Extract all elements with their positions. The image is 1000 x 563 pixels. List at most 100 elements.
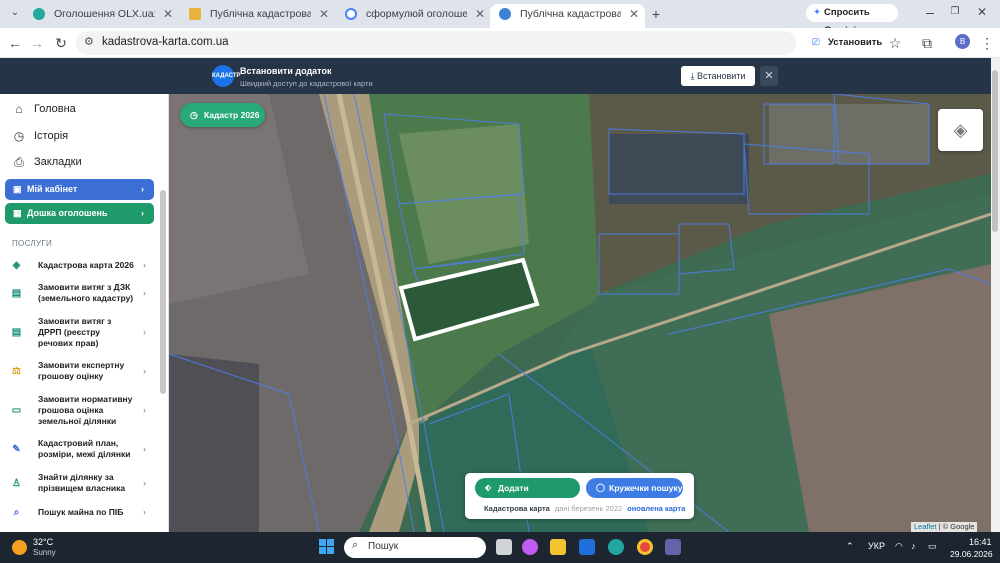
map-action-card: ⬖ Додати оголошення ◯ Кружечки пошуку Ка… <box>465 473 694 519</box>
google-attribution: | © Google <box>938 522 975 531</box>
my-cabinet-button[interactable]: ▣ Мій кабінет › <box>5 179 154 200</box>
service-dzk-extract[interactable]: ▤ Замовити витяг з ДЗК (земельного кадас… <box>10 282 150 306</box>
back-icon[interactable]: ← <box>6 34 24 52</box>
banner-title: Встановити додаток <box>240 66 332 76</box>
map-meta-line: Кадастрова карта дані березень 2022 оновле… <box>484 504 686 514</box>
tab-close-icon[interactable]: ✕ <box>163 4 173 24</box>
layers-icon: ◈ <box>953 120 968 140</box>
new-tab-button[interactable]: + <box>647 5 665 23</box>
page-scrollbar-thumb[interactable] <box>992 70 998 232</box>
copilot-icon[interactable] <box>522 539 538 555</box>
person-search-icon: ♙ <box>12 478 21 489</box>
browser-menu-icon[interactable]: ⋮ <box>978 34 996 52</box>
search-circles-button[interactable]: ◯ Кружечки пошуку <box>586 478 683 498</box>
battery-icon[interactable]: ▭ <box>928 541 937 552</box>
gemini-sparkle-icon: ✦ <box>813 7 821 18</box>
tab-chat[interactable]: сформулюй оголошення на п ✕ <box>336 4 491 28</box>
ruler-icon: ✎ <box>12 444 21 455</box>
bookmark-star-icon[interactable]: ☆ <box>886 34 904 52</box>
reload-icon[interactable]: ↻ <box>52 34 70 52</box>
service-drrp-extract[interactable]: ▤ Замовити витяг з ДРРП (реєстру речових… <box>10 316 150 350</box>
install-monitor-icon: ⎚ <box>812 37 820 48</box>
tab-search-icon[interactable]: ⌄ <box>6 4 24 22</box>
site-info-icon[interactable]: ⚙ <box>84 35 94 48</box>
banner-subtitle: Швидкий доступ до кадастрової карти <box>240 79 373 88</box>
service-normative-valuation[interactable]: ▭ Замовити нормативну грошова оцінка зем… <box>10 394 150 428</box>
url-text[interactable]: kadastrova-karta.com.ua <box>102 36 229 48</box>
chrome-icon[interactable] <box>637 539 653 555</box>
page-scrollbar[interactable] <box>991 58 1000 532</box>
chevron-right-icon: › <box>143 507 146 517</box>
map-attribution: Leaflet | © Google <box>911 522 978 532</box>
tab-cadastre-active[interactable]: Публічна кадастрова карта Ук ✕ <box>490 4 645 28</box>
cadastre-map[interactable]: ◷ Кадастр 2026 ◈ ⬖ Додати оголошення ◯ К… <box>169 94 991 532</box>
service-cadastre-plan[interactable]: ✎ Кадастровий план, розміри, межі ділянк… <box>10 438 150 462</box>
clock-icon: ◷ <box>190 110 198 120</box>
banner-install-button[interactable]: ⤓ Встановити <box>681 66 755 86</box>
service-find-by-owner[interactable]: ♙ Знайти ділянку за прізвищем власника › <box>10 472 150 496</box>
money-icon: ▭ <box>11 405 22 416</box>
home-icon: ⌂ <box>15 102 23 116</box>
maximize-window-icon[interactable]: ❐ <box>946 3 964 21</box>
tab-close-icon[interactable]: ✕ <box>319 4 329 24</box>
cadastre-2026-badge[interactable]: ◷ Кадастр 2026 <box>180 103 265 127</box>
layers-icon: ◈ <box>12 260 21 271</box>
gemini-button[interactable]: ✦ Спросить Gemini <box>806 4 898 36</box>
tab-close-icon[interactable]: ✕ <box>629 4 639 24</box>
teams-icon[interactable] <box>665 539 681 555</box>
chevron-right-icon: › <box>143 327 146 337</box>
service-cadastre-map[interactable]: ◈ Кадастрова карта 2026 › <box>10 259 150 271</box>
service-expert-valuation[interactable]: ⚖ Замовити експертну грошову оцінку › <box>10 360 150 384</box>
meta-source: Кадастрова карта <box>484 504 550 513</box>
clock-time[interactable]: 16:41 <box>969 537 992 547</box>
edge-icon[interactable] <box>608 539 624 555</box>
mail-icon[interactable] <box>579 539 595 555</box>
close-window-icon[interactable]: ✕ <box>973 3 991 21</box>
volume-icon[interactable]: ♪ <box>911 541 916 551</box>
user-card-icon: ▣ <box>13 184 22 194</box>
sun-icon[interactable] <box>12 540 27 555</box>
chevron-right-icon: › <box>143 260 146 270</box>
weather-condition[interactable]: Sunny <box>33 548 56 557</box>
minimize-window-icon[interactable]: – <box>921 3 939 21</box>
address-bar[interactable]: ⚙ kadastrova-karta.com.ua <box>76 31 796 55</box>
map-layers-button[interactable]: ◈ <box>938 109 983 151</box>
document-icon: ▤ <box>11 288 22 299</box>
olx-favicon-icon <box>33 8 45 20</box>
search-icon: ⌕ <box>352 539 359 551</box>
scales-icon: ⚖ <box>12 366 21 377</box>
meta-date: дані березень 2022 <box>554 504 623 513</box>
listings-board-button[interactable]: ▦ Дошка оголошень › <box>5 203 154 224</box>
chevron-right-icon: › <box>143 366 146 376</box>
taskbar: 32°C Sunny ⌕ Пошук ⌃ УКР ◠ ♪ ▭ 16:41 29.… <box>0 532 1000 563</box>
cadastre-favicon-icon <box>189 8 201 20</box>
clock-date[interactable]: 29.06.2026 <box>950 549 993 559</box>
extensions-icon[interactable]: ⧉ <box>918 34 936 52</box>
kadastr-logo: КАДАСТР <box>212 65 241 87</box>
search-icon: ⌕ <box>13 507 20 518</box>
leaflet-link[interactable]: Leaflet <box>914 522 937 531</box>
tab-close-icon[interactable]: ✕ <box>475 4 485 24</box>
meta-status: оновлена карта <box>627 504 686 513</box>
keyboard-language[interactable]: УКР <box>868 541 885 551</box>
file-explorer-icon[interactable] <box>550 539 566 555</box>
grid-icon: ▦ <box>13 208 22 218</box>
add-listing-button[interactable]: ⬖ Додати оголошення <box>475 478 580 513</box>
tab-cadastre-1[interactable]: Публічна кадастрова карта Укр ✕ <box>180 4 335 28</box>
windows-start-icon[interactable] <box>319 539 335 555</box>
cadastre-favicon-icon <box>499 8 511 20</box>
banner-close-icon[interactable]: ✕ <box>760 66 778 86</box>
sidebar-scrollbar[interactable] <box>160 190 166 394</box>
chevron-right-icon: › <box>143 478 146 488</box>
chevron-right-icon: › <box>143 288 146 298</box>
wifi-icon[interactable]: ◠ <box>895 541 903 552</box>
taskbar-search-box[interactable]: ⌕ Пошук <box>344 537 486 558</box>
task-view-icon[interactable] <box>496 539 512 555</box>
profile-avatar[interactable]: В <box>955 34 970 49</box>
weather-temperature[interactable]: 32°C <box>33 537 53 547</box>
tray-chevron-up-icon[interactable]: ⌃ <box>846 541 854 552</box>
forward-icon[interactable]: → <box>28 34 46 52</box>
tab-olx[interactable]: Оголошення OLX.ua: сервіс ого ✕ <box>24 4 179 28</box>
service-property-search[interactable]: ⌕ Пошук майна по ПІБ › <box>10 506 150 518</box>
browser-tab-strip: ⌄ Оголошення OLX.ua: сервіс ого ✕ Публіч… <box>0 0 1000 36</box>
